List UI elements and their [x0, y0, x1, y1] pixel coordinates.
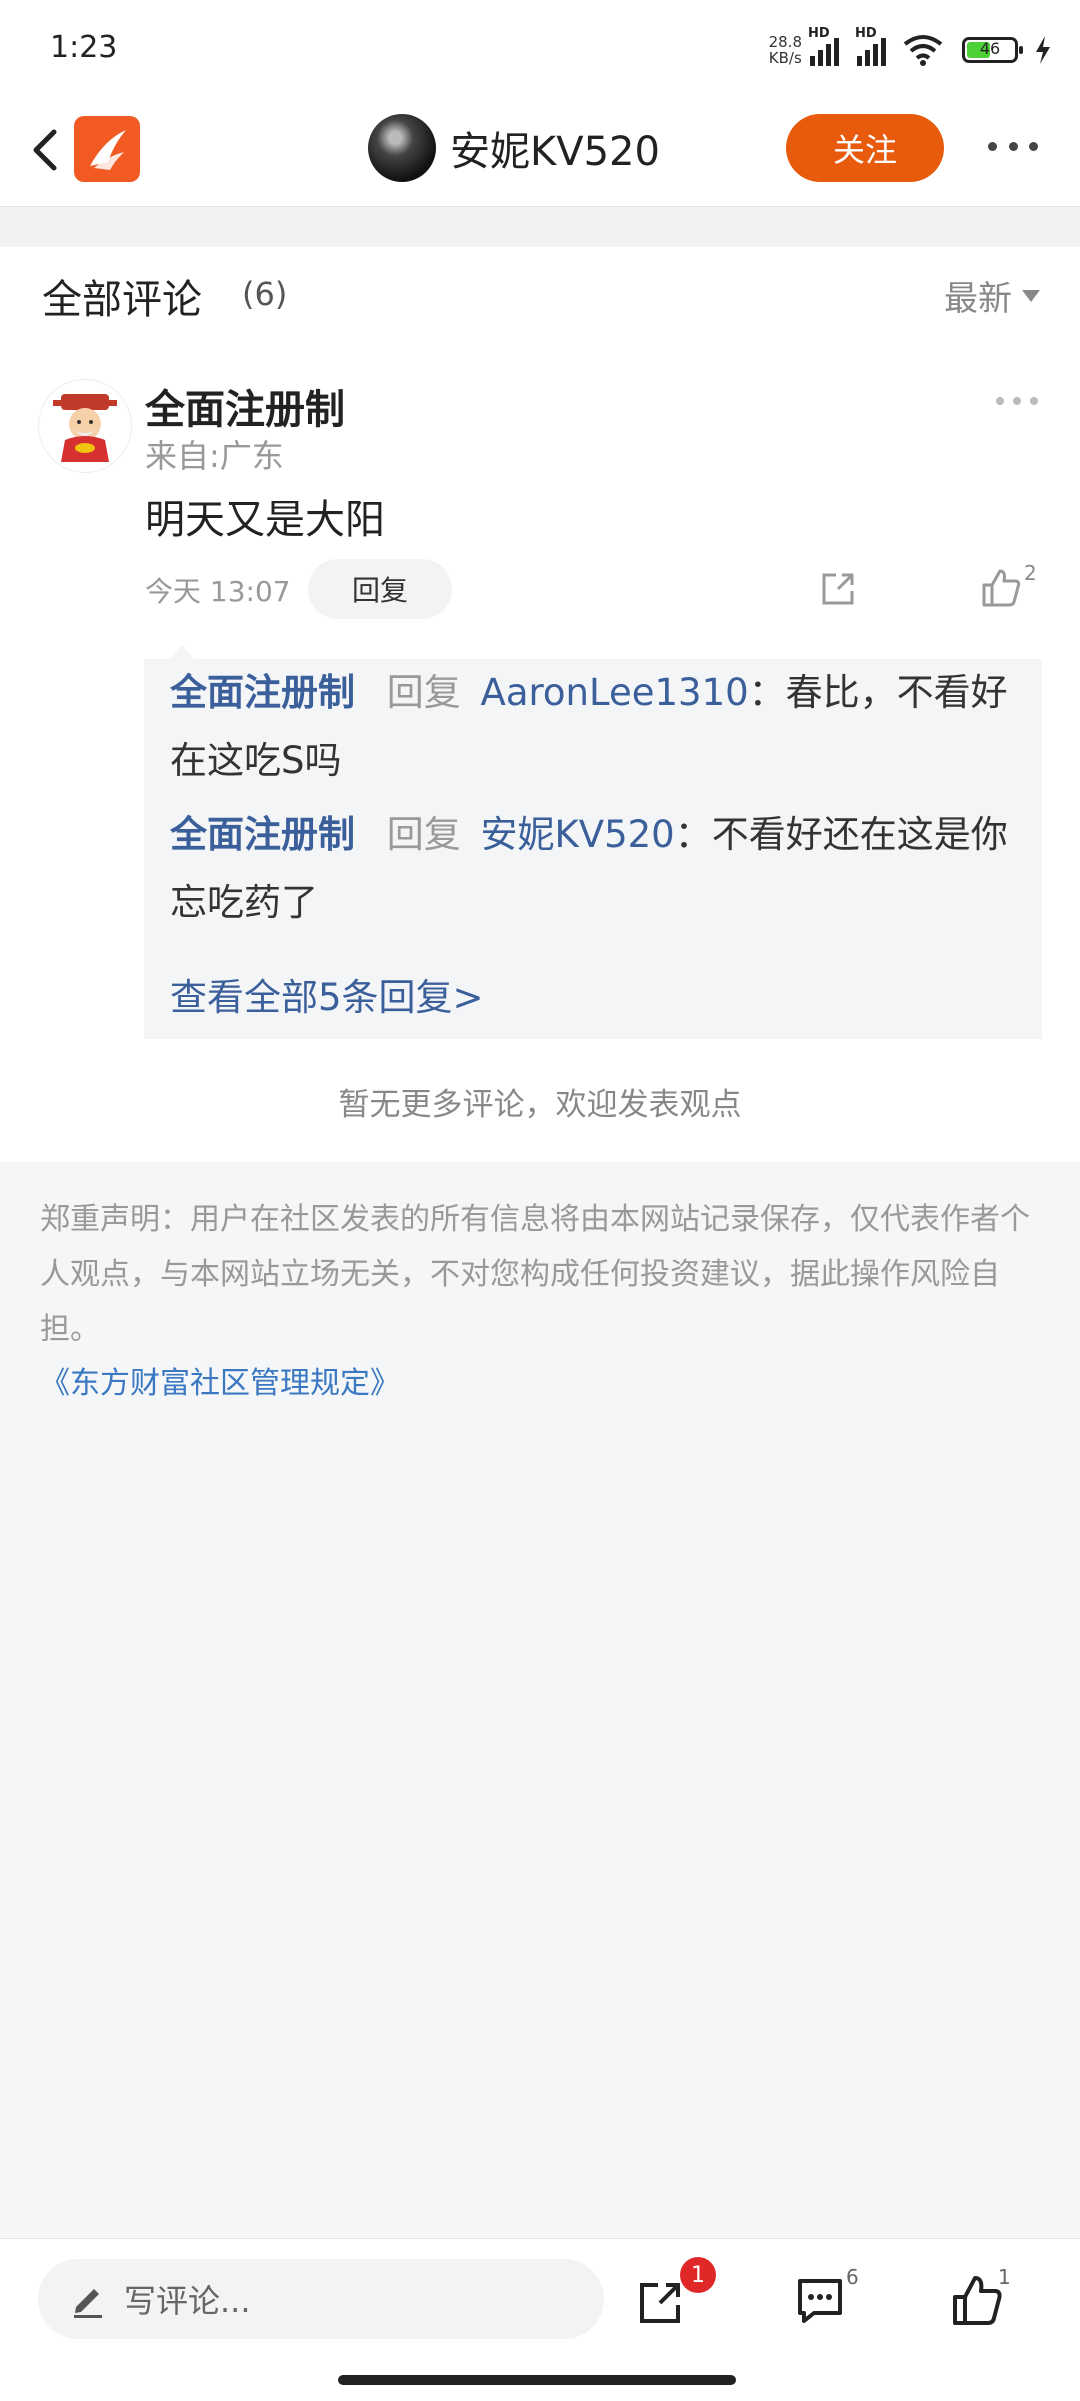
reply-author[interactable]: 全面注册制 [170, 671, 355, 714]
comment-avatar[interactable] [38, 379, 132, 473]
comments-section: 全部评论 (6) 最新 全面注册制 来自:广东 明天又是大阳 今天 13:07 … [0, 247, 1080, 1162]
replies-box: 全面注册制 回复 AaronLee1310：春比，不看好在这吃S吗 全面注册制 … [144, 645, 1042, 1039]
pen-icon [74, 2289, 102, 2318]
comment-more-icon[interactable] [996, 397, 1038, 407]
network-speed: 28.8 KB/s [769, 34, 802, 66]
back-arrow-icon[interactable] [24, 120, 64, 180]
like-count: 1 [998, 2265, 1011, 2289]
thumbs-up-icon[interactable] [980, 567, 1022, 609]
reply-author[interactable]: 全面注册制 [170, 813, 355, 856]
sort-label: 最新 [944, 279, 1012, 319]
reply-target[interactable]: 安妮KV520 [481, 813, 675, 856]
comment-input-placeholder: 写评论... [124, 2282, 251, 2320]
header: 安妮KV520 关注 [0, 96, 1080, 207]
community-rules-link[interactable]: 《东方财富社区管理规定》 [40, 1358, 400, 1402]
share-icon[interactable] [636, 2277, 686, 2327]
follow-button[interactable]: 关注 [786, 114, 944, 182]
signal-icon: HD [808, 26, 839, 66]
sort-dropdown[interactable]: 最新 [944, 271, 1040, 320]
comment-location: 来自:广东 [145, 437, 284, 475]
charging-icon [1036, 36, 1050, 64]
view-all-replies-link[interactable]: 查看全部5条回复> [170, 967, 484, 1021]
signal-2-icon: HD [855, 26, 886, 66]
divider [0, 207, 1080, 247]
battery-level: 46 [979, 39, 1001, 58]
user-info[interactable]: 安妮KV520 [368, 114, 660, 182]
reply-verb: 回复 [386, 671, 461, 714]
app-logo[interactable] [74, 116, 140, 182]
status-bar: 1:23 28.8 KB/s HD HD 46 [0, 0, 1080, 96]
reply-verb: 回复 [386, 813, 461, 856]
battery-icon: 46 [962, 37, 1023, 63]
comment-like-count: 2 [1024, 561, 1037, 585]
god-of-wealth-avatar-icon [53, 394, 117, 462]
reply-button[interactable]: 回复 [308, 559, 452, 619]
speed-value: 28.8 [768, 33, 802, 51]
share-icon[interactable] [818, 569, 858, 609]
comment-text[interactable]: 明天又是大阳 [145, 487, 385, 545]
comment-input[interactable]: 写评论... [38, 2259, 604, 2339]
comment-time: 今天 13:07 [145, 575, 291, 608]
header-username[interactable]: 安妮KV520 [450, 119, 660, 177]
avatar[interactable] [368, 114, 436, 182]
logo-icon [90, 130, 126, 170]
reply-item[interactable]: 全面注册制 回复 AaronLee1310：春比，不看好在这吃S吗 [170, 659, 1030, 795]
thumbs-up-icon[interactable] [950, 2273, 1004, 2327]
more-icon[interactable] [988, 142, 1038, 154]
home-indicator[interactable] [338, 2375, 736, 2385]
wifi-icon [903, 35, 943, 66]
share-badge: 1 [680, 2257, 716, 2293]
reply-item[interactable]: 全面注册制 回复 安妮KV520：不看好还在这是你忘吃药了 [170, 801, 1030, 937]
comment-count: 6 [846, 2265, 859, 2289]
status-icons: 28.8 KB/s HD HD 46 [769, 26, 1052, 72]
caret-down-icon [1022, 289, 1040, 302]
no-more-comments: 暂无更多评论，欢迎发表观点 [338, 1087, 742, 1123]
speed-unit: KB/s [768, 49, 802, 67]
disclaimer: 郑重声明：用户在社区发表的所有信息将由本网站记录保存，仅代表作者个人观点，与本网… [40, 1202, 1030, 1347]
comment-author[interactable]: 全面注册制 [145, 377, 345, 435]
bottom-bar: 写评论... 1 6 1 [0, 2238, 1080, 2401]
status-time: 1:23 [50, 30, 118, 65]
comments-count: (6) [242, 275, 288, 313]
reply-target[interactable]: AaronLee1310 [481, 671, 749, 714]
comments-title: 全部评论 [42, 277, 202, 323]
comment-icon[interactable] [794, 2275, 846, 2327]
